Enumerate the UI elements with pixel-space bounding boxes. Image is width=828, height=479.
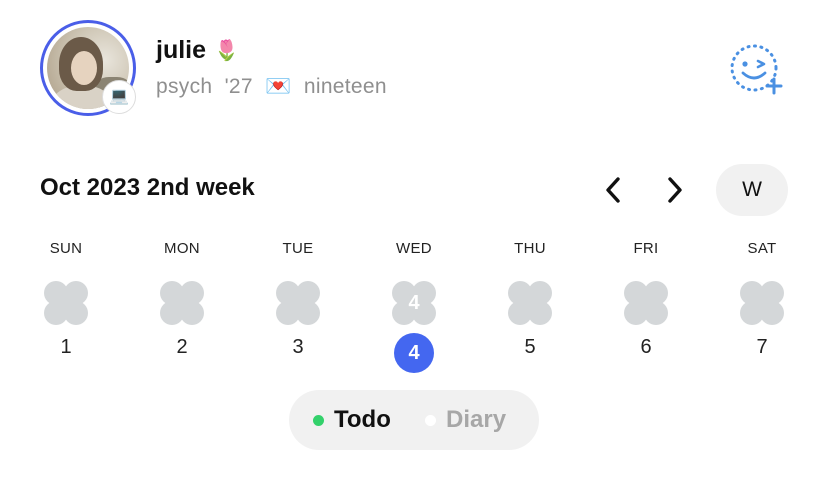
chevron-left-icon [606, 177, 620, 203]
todo-dot-icon [313, 414, 324, 426]
diary-dot-icon [425, 414, 436, 426]
day-number[interactable]: 1 [46, 333, 86, 373]
day-number[interactable]: 5 [510, 333, 550, 373]
day-label: SUN [49, 240, 83, 257]
add-friend-smiley-icon [730, 44, 783, 95]
day-column-sun: SUN 1 [26, 238, 106, 373]
day-label: WED [396, 240, 432, 257]
day-column-thu: THU 5 [490, 238, 570, 373]
day-label: SAT [747, 240, 777, 257]
profile-name-row: julie 🌷 [156, 36, 239, 65]
clover-count [624, 281, 668, 325]
clover-count [276, 281, 320, 325]
day-number[interactable]: 7 [742, 333, 782, 373]
week-title: Oct 2023 2nd week [40, 174, 255, 201]
profile-bio: psych '27 💌 nineteen [156, 75, 387, 98]
day-column-mon: MON 2 [142, 238, 222, 373]
clover-icon[interactable] [508, 281, 552, 325]
clover-icon[interactable] [624, 281, 668, 325]
clover-icon[interactable] [740, 281, 784, 325]
clover-count [740, 281, 784, 325]
clover-icon[interactable] [44, 281, 88, 325]
clover-count: 4 [408, 291, 420, 314]
todo-diary-toggle: Todo Diary [289, 390, 539, 450]
day-number[interactable]: 2 [162, 333, 202, 373]
profile-avatar-wrap[interactable]: 💻 [40, 20, 136, 116]
day-label: TUE [282, 240, 314, 257]
day-label: MON [164, 240, 200, 257]
day-label: FRI [633, 240, 659, 257]
clover-icon[interactable]: 4 [392, 281, 436, 325]
tab-diary[interactable]: Diary [425, 390, 506, 450]
previous-week-button[interactable] [595, 172, 631, 208]
day-column-tue: TUE 3 [258, 238, 338, 373]
day-number-selected[interactable]: 4 [394, 333, 434, 373]
badge-emoji: 💻 [109, 88, 129, 105]
add-friend-button[interactable] [728, 42, 784, 98]
clover-icon[interactable] [276, 281, 320, 325]
day-column-fri: FRI 6 [606, 238, 686, 373]
tab-todo-label: Todo [334, 406, 391, 433]
day-column-wed: WED 4 4 [374, 238, 454, 373]
tab-diary-label: Diary [446, 406, 507, 433]
clover-icon[interactable] [160, 281, 204, 325]
chevron-right-icon [668, 177, 682, 203]
clover-count [44, 281, 88, 325]
clover-count [508, 281, 552, 325]
next-week-button[interactable] [657, 172, 693, 208]
view-mode-label: W [742, 178, 762, 201]
view-mode-button[interactable]: W [716, 164, 788, 216]
tab-todo[interactable]: Todo [313, 390, 391, 450]
day-label: THU [514, 240, 546, 257]
day-number[interactable]: 3 [278, 333, 318, 373]
day-number[interactable]: 6 [626, 333, 666, 373]
tulip-icon: 🌷 [214, 40, 239, 62]
profile-name: julie [156, 36, 207, 64]
laptop-badge-icon: 💻 [102, 80, 136, 114]
clover-count [160, 281, 204, 325]
day-column-sat: SAT 7 [722, 238, 802, 373]
